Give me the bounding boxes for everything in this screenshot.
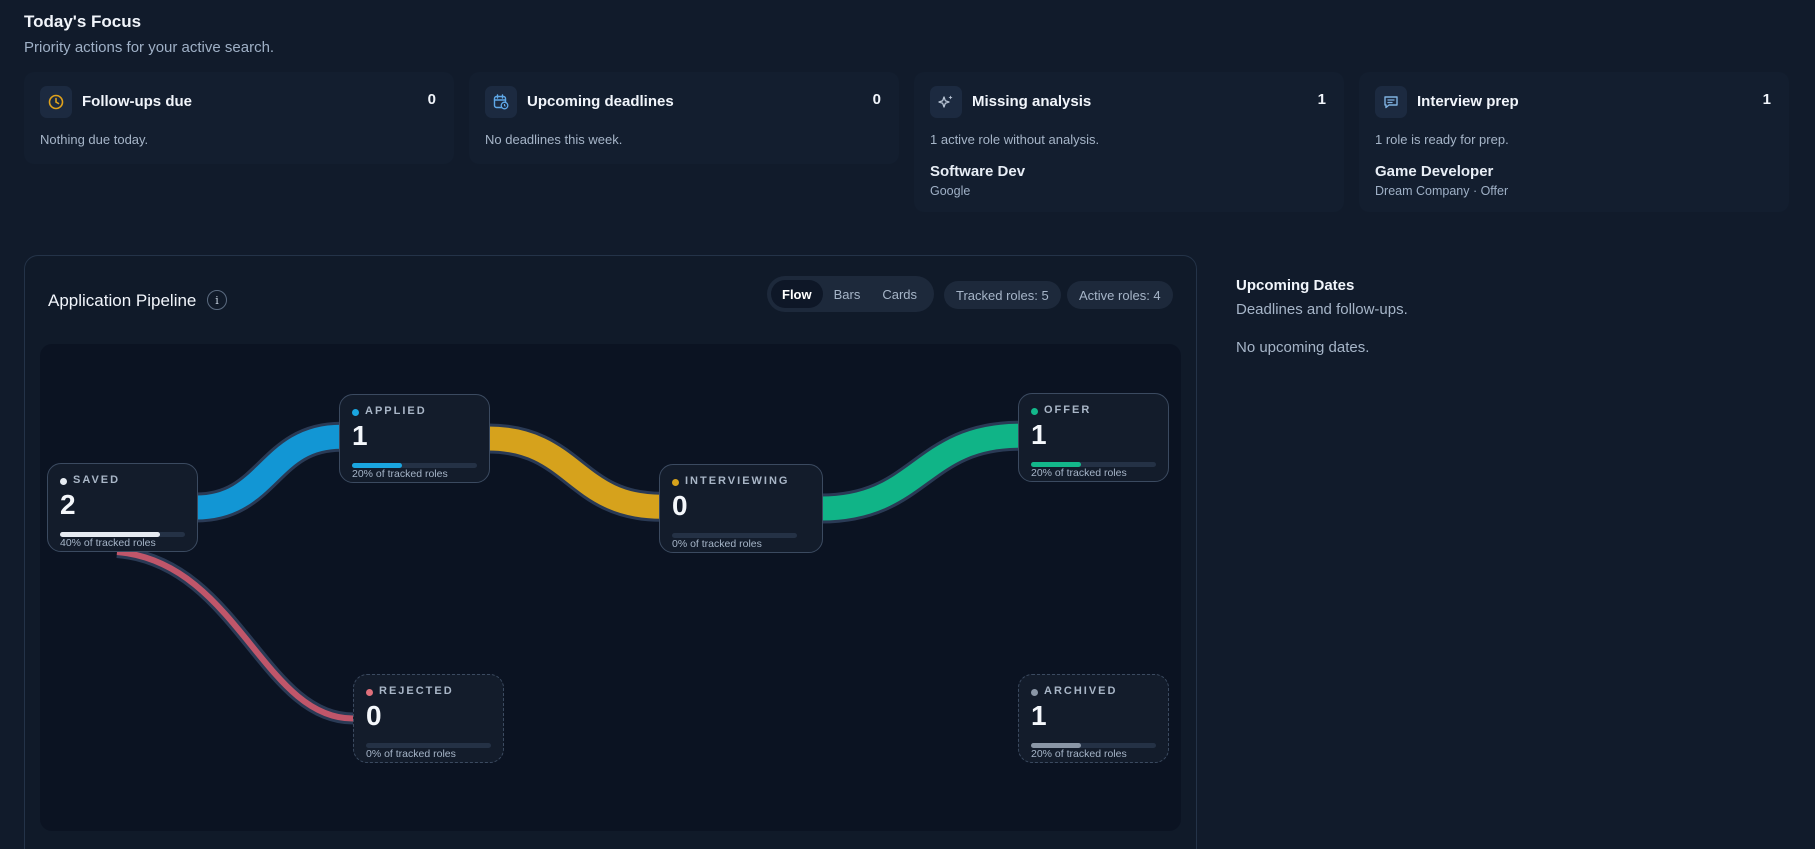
stage-count: 2 [60, 489, 76, 520]
focus-card-text: No deadlines this week. [485, 132, 623, 147]
view-toggle: Flow Bars Cards [767, 276, 934, 312]
focus-card-title: Upcoming deadlines [527, 93, 674, 110]
stage-dot [1031, 408, 1038, 415]
stage-label: SAVED [73, 474, 121, 486]
stage-count: 0 [672, 490, 688, 521]
flow-link-saved-applied [195, 424, 342, 520]
pipeline-panel: Application Pipeline i Flow Bars Cards T… [24, 255, 1197, 849]
focus-card-text: 1 active role without analysis. [930, 132, 1100, 147]
stage-count: 1 [1031, 700, 1047, 731]
stage-count: 1 [352, 420, 368, 451]
stage-dot [60, 478, 67, 485]
focus-card-company: Dream Company · Offer [1375, 184, 1509, 198]
focus-card-count: 0 [427, 91, 436, 108]
focus-card-title: Follow-ups due [82, 93, 192, 110]
calendar-clock-icon [485, 86, 517, 118]
focus-subtitle: Priority actions for your active search. [24, 39, 275, 56]
stage-percent: 40% of tracked roles [60, 537, 156, 549]
stage-label: ARCHIVED [1044, 685, 1118, 697]
focus-card-company: Google [930, 184, 971, 198]
tracked-roles-badge: Tracked roles: 5 [944, 281, 1061, 309]
pipeline-title: Application Pipeline [48, 291, 197, 310]
upcoming-dates-subtitle: Deadlines and follow-ups. [1236, 301, 1408, 318]
stage-node-archived[interactable]: ARCHIVED 1 20% of tracked roles [1018, 674, 1169, 763]
view-toggle-flow[interactable]: Flow [771, 280, 823, 308]
focus-card-missing-analysis[interactable]: Missing analysis 1 1 active role without… [914, 72, 1344, 212]
stage-dot [1031, 689, 1038, 696]
stage-dot [672, 479, 679, 486]
pipeline-links [116, 420, 1021, 725]
focus-card-text: 1 role is ready for prep. [1375, 132, 1509, 147]
flow-link-saved-rejected [116, 549, 354, 722]
stage-node-saved[interactable]: SAVED 2 40% of tracked roles [47, 463, 198, 552]
upcoming-dates-empty: No upcoming dates. [1236, 339, 1370, 356]
focus-card-interview-prep[interactable]: Interview prep 1 1 role is ready for pre… [1359, 72, 1789, 212]
view-toggle-cards[interactable]: Cards [871, 280, 928, 308]
stage-label: INTERVIEWING [685, 475, 790, 487]
flow-link-applied-interviewing [487, 426, 662, 519]
stage-label: REJECTED [379, 685, 454, 697]
view-toggle-bars[interactable]: Bars [823, 280, 872, 308]
stage-node-interviewing[interactable]: INTERVIEWING 0 0% of tracked roles [659, 464, 823, 553]
focus-card-title: Missing analysis [972, 93, 1092, 110]
stage-dot [366, 689, 373, 696]
stage-node-offer[interactable]: OFFER 1 20% of tracked roles [1018, 393, 1169, 482]
active-roles-badge: Active roles: 4 [1067, 281, 1173, 309]
stage-percent: 20% of tracked roles [352, 468, 448, 480]
chat-icon [1375, 86, 1407, 118]
stage-node-applied[interactable]: APPLIED 1 20% of tracked roles [339, 394, 490, 483]
focus-card-role-link[interactable]: Software Dev [930, 163, 1025, 180]
focus-card-follow-ups[interactable]: Follow-ups due 0 Nothing due today. [24, 72, 454, 164]
stage-count: 1 [1031, 419, 1047, 450]
focus-card-count: 0 [872, 91, 881, 108]
sparkles-icon [930, 86, 962, 118]
info-icon[interactable]: i [207, 290, 227, 310]
stage-node-rejected[interactable]: REJECTED 0 0% of tracked roles [353, 674, 504, 763]
stage-percent: 0% of tracked roles [366, 748, 456, 760]
flow-link-outline-saved-rejected [116, 546, 354, 725]
stage-count: 0 [366, 700, 382, 731]
focus-card-text: Nothing due today. [40, 132, 149, 147]
focus-card-title: Interview prep [1417, 93, 1519, 110]
stage-percent: 20% of tracked roles [1031, 748, 1127, 760]
flow-link-interviewing-offer [820, 423, 1021, 521]
focus-card-deadlines[interactable]: Upcoming deadlines 0 No deadlines this w… [469, 72, 899, 164]
stage-dot [352, 409, 359, 416]
stage-percent: 20% of tracked roles [1031, 467, 1127, 479]
stage-label: OFFER [1044, 404, 1092, 416]
clock-icon [40, 86, 72, 118]
focus-card-role-link[interactable]: Game Developer [1375, 163, 1493, 180]
stage-label: APPLIED [365, 405, 427, 417]
focus-title: Today's Focus [24, 12, 142, 31]
pipeline-flow-area: SAVED 2 40% of tracked roles APPLIED 1 2… [40, 344, 1181, 831]
upcoming-dates-title: Upcoming Dates [1236, 277, 1355, 294]
stage-percent: 0% of tracked roles [672, 538, 762, 550]
focus-card-count: 1 [1317, 91, 1326, 108]
focus-card-count: 1 [1762, 91, 1771, 108]
